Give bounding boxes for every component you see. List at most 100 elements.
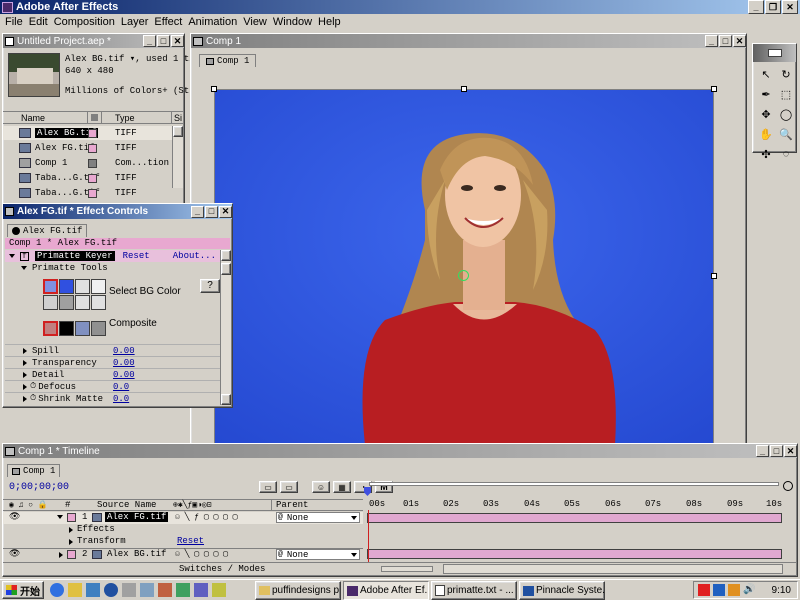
transform-expand-icon[interactable]	[69, 539, 73, 545]
composite-view-icon[interactable]	[43, 321, 58, 336]
taskbar-task[interactable]: Pinnacle Syste...	[519, 581, 605, 600]
menu-window[interactable]: Window	[270, 16, 315, 28]
project-item[interactable]: Taba...G.tif TIFF	[3, 186, 172, 200]
start-button[interactable]: 开始	[2, 581, 44, 599]
clock[interactable]: 9:10	[772, 585, 791, 596]
clean-fg-tool-icon[interactable]	[75, 279, 90, 294]
volume-icon[interactable]: 🔊	[743, 584, 755, 596]
comp-frame[interactable]	[214, 89, 714, 444]
track-camera-tool-icon[interactable]: ◌	[777, 145, 795, 163]
menu-help[interactable]: Help	[315, 16, 344, 28]
effect-property-row[interactable]: Spill 0.00	[5, 344, 220, 356]
parent-pick-whip-icon[interactable]: @	[278, 550, 283, 559]
layer-handle[interactable]	[461, 86, 467, 92]
effect-property-row[interactable]: Transparency 0.00	[5, 356, 220, 368]
time-ruler-end-icon[interactable]	[783, 481, 793, 491]
comp-minimize-button[interactable]: _	[705, 35, 718, 47]
project-col-size[interactable]: Si	[174, 113, 182, 123]
timeline-hscroll[interactable]	[443, 564, 783, 574]
layer-parent-select[interactable]: @ None	[276, 549, 360, 560]
stopwatch-icon[interactable]: ⏱	[30, 382, 36, 391]
bg-view-icon[interactable]	[91, 321, 106, 336]
effect-property-row[interactable]: ⏱ Shrink Matte 0.0	[5, 392, 220, 404]
fine-tune-tool-icon[interactable]	[91, 279, 106, 294]
oval-mask-tool-icon[interactable]: ◯	[777, 105, 795, 123]
menu-effect[interactable]: Effect	[151, 16, 185, 28]
comp-viewer[interactable]	[192, 68, 745, 444]
timeline-subrow-transform[interactable]: Transform Reset	[3, 536, 363, 548]
scroll-up-icon[interactable]	[173, 126, 183, 137]
property-expand-icon[interactable]	[23, 347, 27, 354]
property-expand-icon[interactable]	[23, 383, 27, 390]
palette-close-icon[interactable]	[767, 49, 782, 57]
timeline-subrow-effects[interactable]: Effects	[3, 524, 363, 536]
menu-view[interactable]: View	[240, 16, 270, 28]
menu-animation[interactable]: Animation	[185, 16, 240, 28]
video-visibility-icon[interactable]: 👁	[9, 549, 20, 559]
pan-behind-tool-icon[interactable]: ✥	[757, 105, 775, 123]
app-minimize-button[interactable]: _	[748, 0, 764, 14]
project-maximize-button[interactable]: □	[157, 35, 170, 47]
project-item[interactable]: Alex FG.tif TIFF	[3, 141, 172, 155]
effect-scrollbar[interactable]	[220, 250, 231, 405]
effect-about-link[interactable]: About...	[173, 251, 216, 261]
layer-switches-icons[interactable]: ☺ ╲ ▢ ▢ ▢ ▢	[175, 549, 228, 559]
time-ruler[interactable]: 00s 01s 02s 03s 04s 05s 06s 07s 08s 09s …	[364, 479, 785, 512]
frame-blend-icon[interactable]: ▦	[333, 481, 351, 493]
layer-handle[interactable]	[711, 86, 717, 92]
tools-expand-icon[interactable]	[21, 266, 27, 270]
comp-maximize-button[interactable]: □	[719, 35, 732, 47]
effect-close-button[interactable]: ✕	[219, 205, 232, 218]
project-col-name[interactable]: Name	[21, 113, 45, 123]
current-time-indicator[interactable]	[364, 487, 371, 496]
rect-mask-tool-icon[interactable]: ⬚	[777, 85, 795, 103]
fg-view-icon[interactable]	[75, 321, 90, 336]
effect-maximize-button[interactable]: □	[205, 205, 218, 218]
timeline-tab[interactable]: Comp 1	[7, 464, 61, 477]
effect-property-row[interactable]: Detail 0.00	[5, 368, 220, 380]
layer-bar[interactable]	[367, 549, 782, 559]
parent-pick-whip-icon[interactable]: @	[278, 513, 283, 522]
comp-flowchart-icon[interactable]: ▭	[259, 481, 277, 493]
effect-expand-icon[interactable]	[9, 254, 15, 258]
menu-composition[interactable]: Composition	[51, 16, 118, 28]
help-button[interactable]: ?	[200, 279, 220, 293]
detail-tool-icon[interactable]	[75, 295, 90, 310]
rotation-tool-icon[interactable]: ↻	[777, 65, 795, 83]
project-minimize-button[interactable]: _	[143, 35, 156, 47]
quick-launch-icon[interactable]	[140, 583, 154, 597]
project-close-button[interactable]: ✕	[171, 35, 184, 47]
timeline-layer-row[interactable]: 👁 1 Alex FG.tif ☺ ╲ ƒ ▢ ▢ ▢ ▢ @ None	[3, 512, 363, 524]
col-source-name[interactable]: Source Name	[97, 500, 156, 510]
quick-launch-icon[interactable]	[176, 583, 190, 597]
quick-launch-icon[interactable]	[122, 583, 136, 597]
taskbar-task[interactable]: puffindesigns p...	[255, 581, 341, 600]
switches-modes-toggle[interactable]: Switches / Modes	[179, 564, 265, 574]
project-scrollbar[interactable]	[172, 126, 183, 188]
zoom-tool-icon[interactable]: 🔍	[777, 125, 795, 143]
comp-close-button[interactable]: ✕	[733, 35, 746, 47]
tray-icon[interactable]	[728, 584, 740, 596]
property-expand-icon[interactable]	[23, 359, 27, 366]
spill-tool-icon[interactable]	[43, 295, 58, 310]
matte-view-icon[interactable]	[59, 321, 74, 336]
app-restore-button[interactable]: ❐	[765, 0, 781, 14]
menu-file[interactable]: File	[2, 16, 26, 28]
shy-icon[interactable]: ☺	[312, 481, 330, 493]
effect-reset-link[interactable]: Reset	[123, 251, 150, 261]
desktop-icon[interactable]	[86, 583, 100, 597]
comp-tab[interactable]: Comp 1	[199, 54, 257, 67]
ie-icon[interactable]	[50, 583, 64, 597]
effect-minimize-button[interactable]: _	[191, 205, 204, 218]
hand-tool-icon[interactable]: ✋	[757, 125, 775, 143]
timeline-minimize-button[interactable]: _	[756, 445, 769, 457]
project-item[interactable]: Alex BG.tif TIFF	[3, 126, 172, 140]
menu-layer[interactable]: Layer	[118, 16, 152, 28]
col-parent[interactable]: Parent	[276, 500, 308, 510]
layer-expand-icon[interactable]	[57, 515, 63, 519]
scroll-up-icon[interactable]	[221, 250, 231, 261]
media-icon[interactable]	[104, 583, 118, 597]
select-bg-tool-icon[interactable]	[43, 279, 58, 294]
tray-icon[interactable]	[713, 584, 725, 596]
zoom-slider[interactable]	[381, 566, 433, 572]
